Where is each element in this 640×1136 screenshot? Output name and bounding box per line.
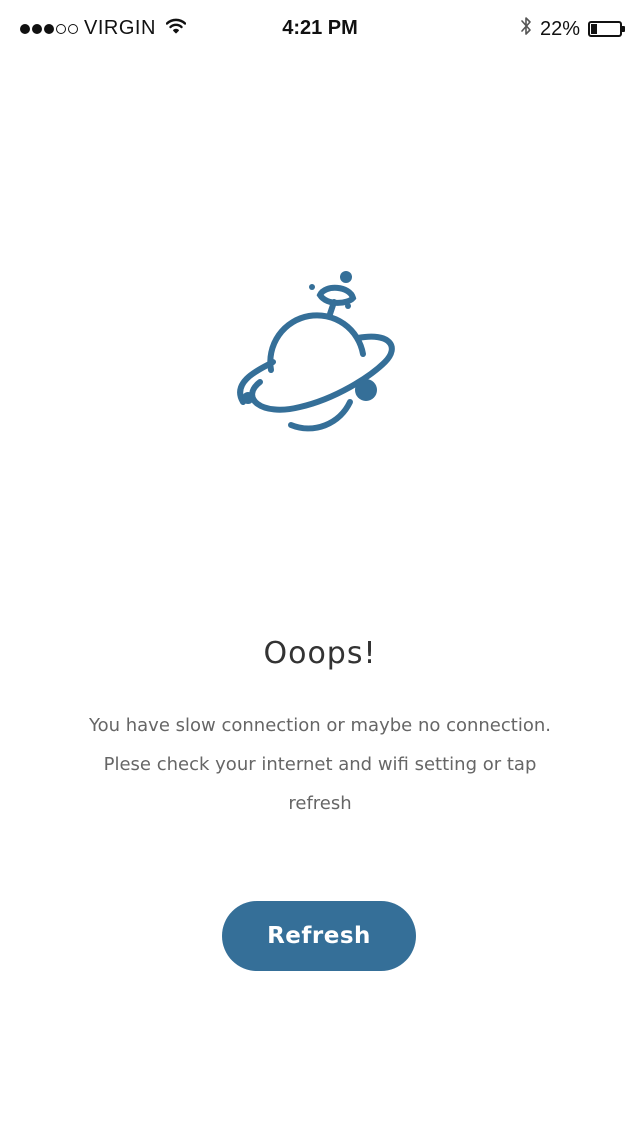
battery-percent: 22%: [539, 17, 580, 40]
status-right: 22%: [520, 15, 625, 43]
error-message: You have slow connection or maybe no con…: [89, 715, 551, 814]
refresh-button[interactable]: Refresh: [222, 901, 416, 971]
bluetooth-icon: [520, 15, 532, 43]
error-title: Ooops!: [263, 636, 377, 671]
battery-icon: [588, 21, 625, 37]
status-bar: VIRGIN 4:21 PM 22%: [0, 0, 640, 56]
planet-with-satellite-icon: [230, 262, 400, 442]
